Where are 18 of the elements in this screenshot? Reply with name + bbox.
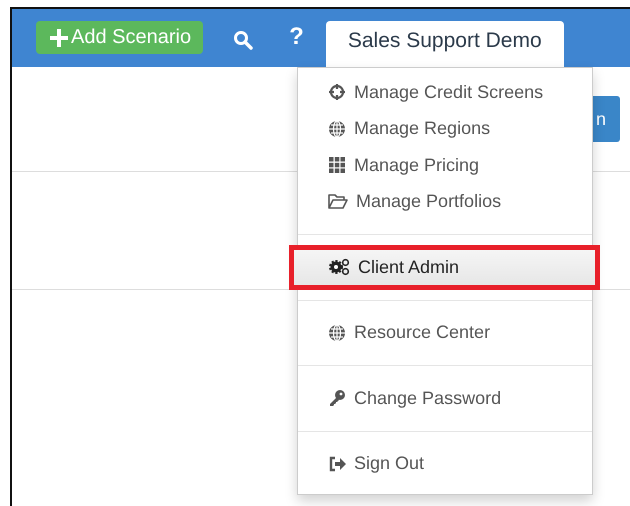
- grid-icon: [328, 156, 346, 174]
- menu-item[interactable]: Change Password: [298, 380, 592, 416]
- menu-item[interactable]: Manage Portfolios: [298, 184, 592, 220]
- globe-icon: [328, 120, 346, 138]
- folder-icon: [328, 193, 348, 210]
- search-icon[interactable]: [233, 30, 254, 50]
- account-menu-tab[interactable]: Sales Support Demo: [326, 21, 564, 67]
- menu-item[interactable]: Sign Out: [298, 446, 592, 482]
- key-icon: [328, 389, 346, 408]
- help-icon[interactable]: ?: [289, 23, 304, 51]
- globe-icon: [328, 324, 346, 342]
- crosshair-icon: [328, 83, 346, 102]
- menu-item[interactable]: Manage Pricing: [298, 147, 592, 184]
- menu-item[interactable]: Client Admin: [293, 249, 596, 286]
- sign-out-icon: [328, 456, 346, 472]
- gears-icon: [328, 258, 350, 276]
- menu-item[interactable]: Resource Center: [298, 314, 592, 351]
- plus-icon: [50, 28, 68, 46]
